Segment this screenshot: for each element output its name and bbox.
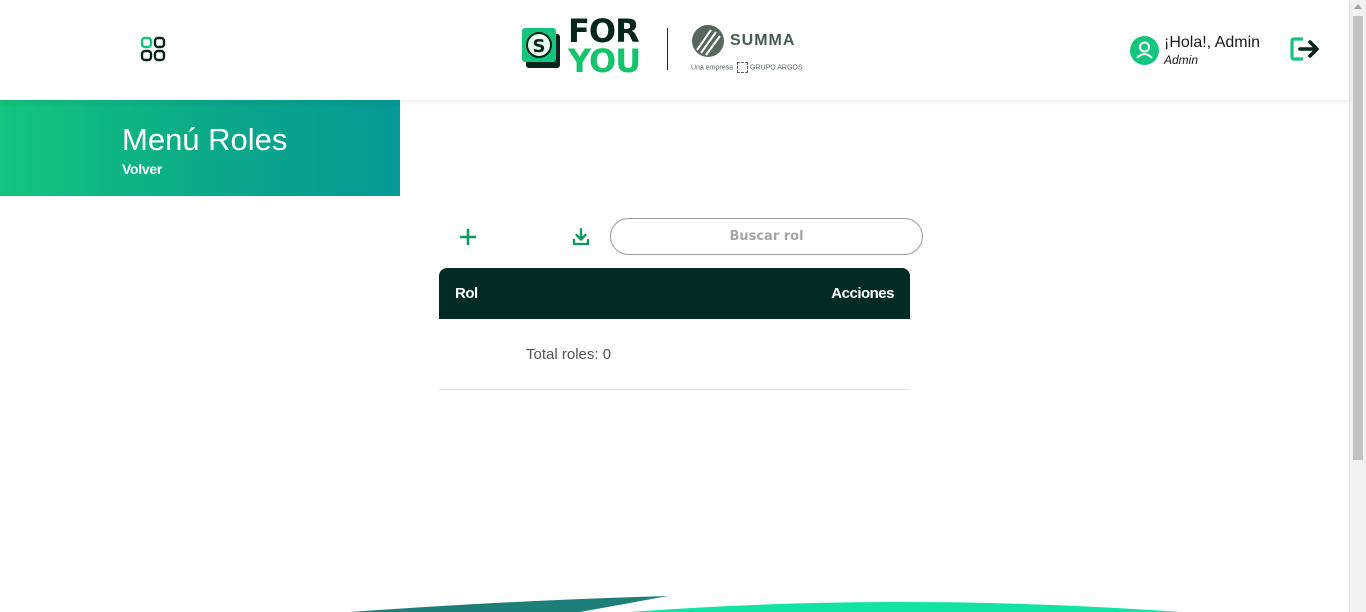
user-role: Admin [1164,53,1199,67]
search-input[interactable] [610,218,923,255]
apps-grid-icon[interactable] [139,35,167,63]
back-link[interactable]: Volver [122,161,162,177]
user-greeting: ¡Hola!, Admin [1164,34,1261,51]
scroll-up-arrow-icon[interactable] [1354,4,1362,9]
table-divider [439,389,910,390]
grupo-argos-icon [737,62,749,73]
partner-name: SUMMA [730,32,796,49]
scroll-thumb[interactable] [1353,16,1363,460]
brand-wordmark: FOR YOU [568,15,641,80]
page-title-banner: Menú Roles Volver [0,100,400,196]
summa-logo-icon [692,25,724,57]
total-roles-count: Total roles: 0 [526,346,612,363]
roles-table-header: Rol Acciones [439,268,910,319]
footer-wave-decoration [350,596,1180,612]
download-icon[interactable] [568,225,594,249]
app-header: S FOR YOU SUMMA Una empresa GRUPO ARGOS ¡… [0,0,1349,100]
plus-icon[interactable] [454,225,482,249]
column-header-rol: Rol [455,285,478,302]
logout-icon[interactable] [1289,36,1321,62]
column-header-acciones: Acciones [831,285,894,302]
brand-divider [667,28,668,70]
page-title: Menú Roles [122,122,288,157]
brand-badge-letter: S [533,36,546,57]
brand-s-badge-icon: S [522,28,560,68]
brand-line-2: YOU [568,42,641,80]
partner-sub-group: GRUPO ARGOS [750,64,803,72]
vertical-scrollbar[interactable] [1349,0,1366,612]
partner-subtitle: Una empresa GRUPO ARGOS [691,62,803,73]
brand-logo: S FOR YOU SUMMA Una empresa GRUPO ARGOS [522,15,803,82]
avatar[interactable] [1130,36,1159,65]
user-icon [1136,41,1153,59]
partner-sub-prefix: Una empresa [691,64,734,72]
